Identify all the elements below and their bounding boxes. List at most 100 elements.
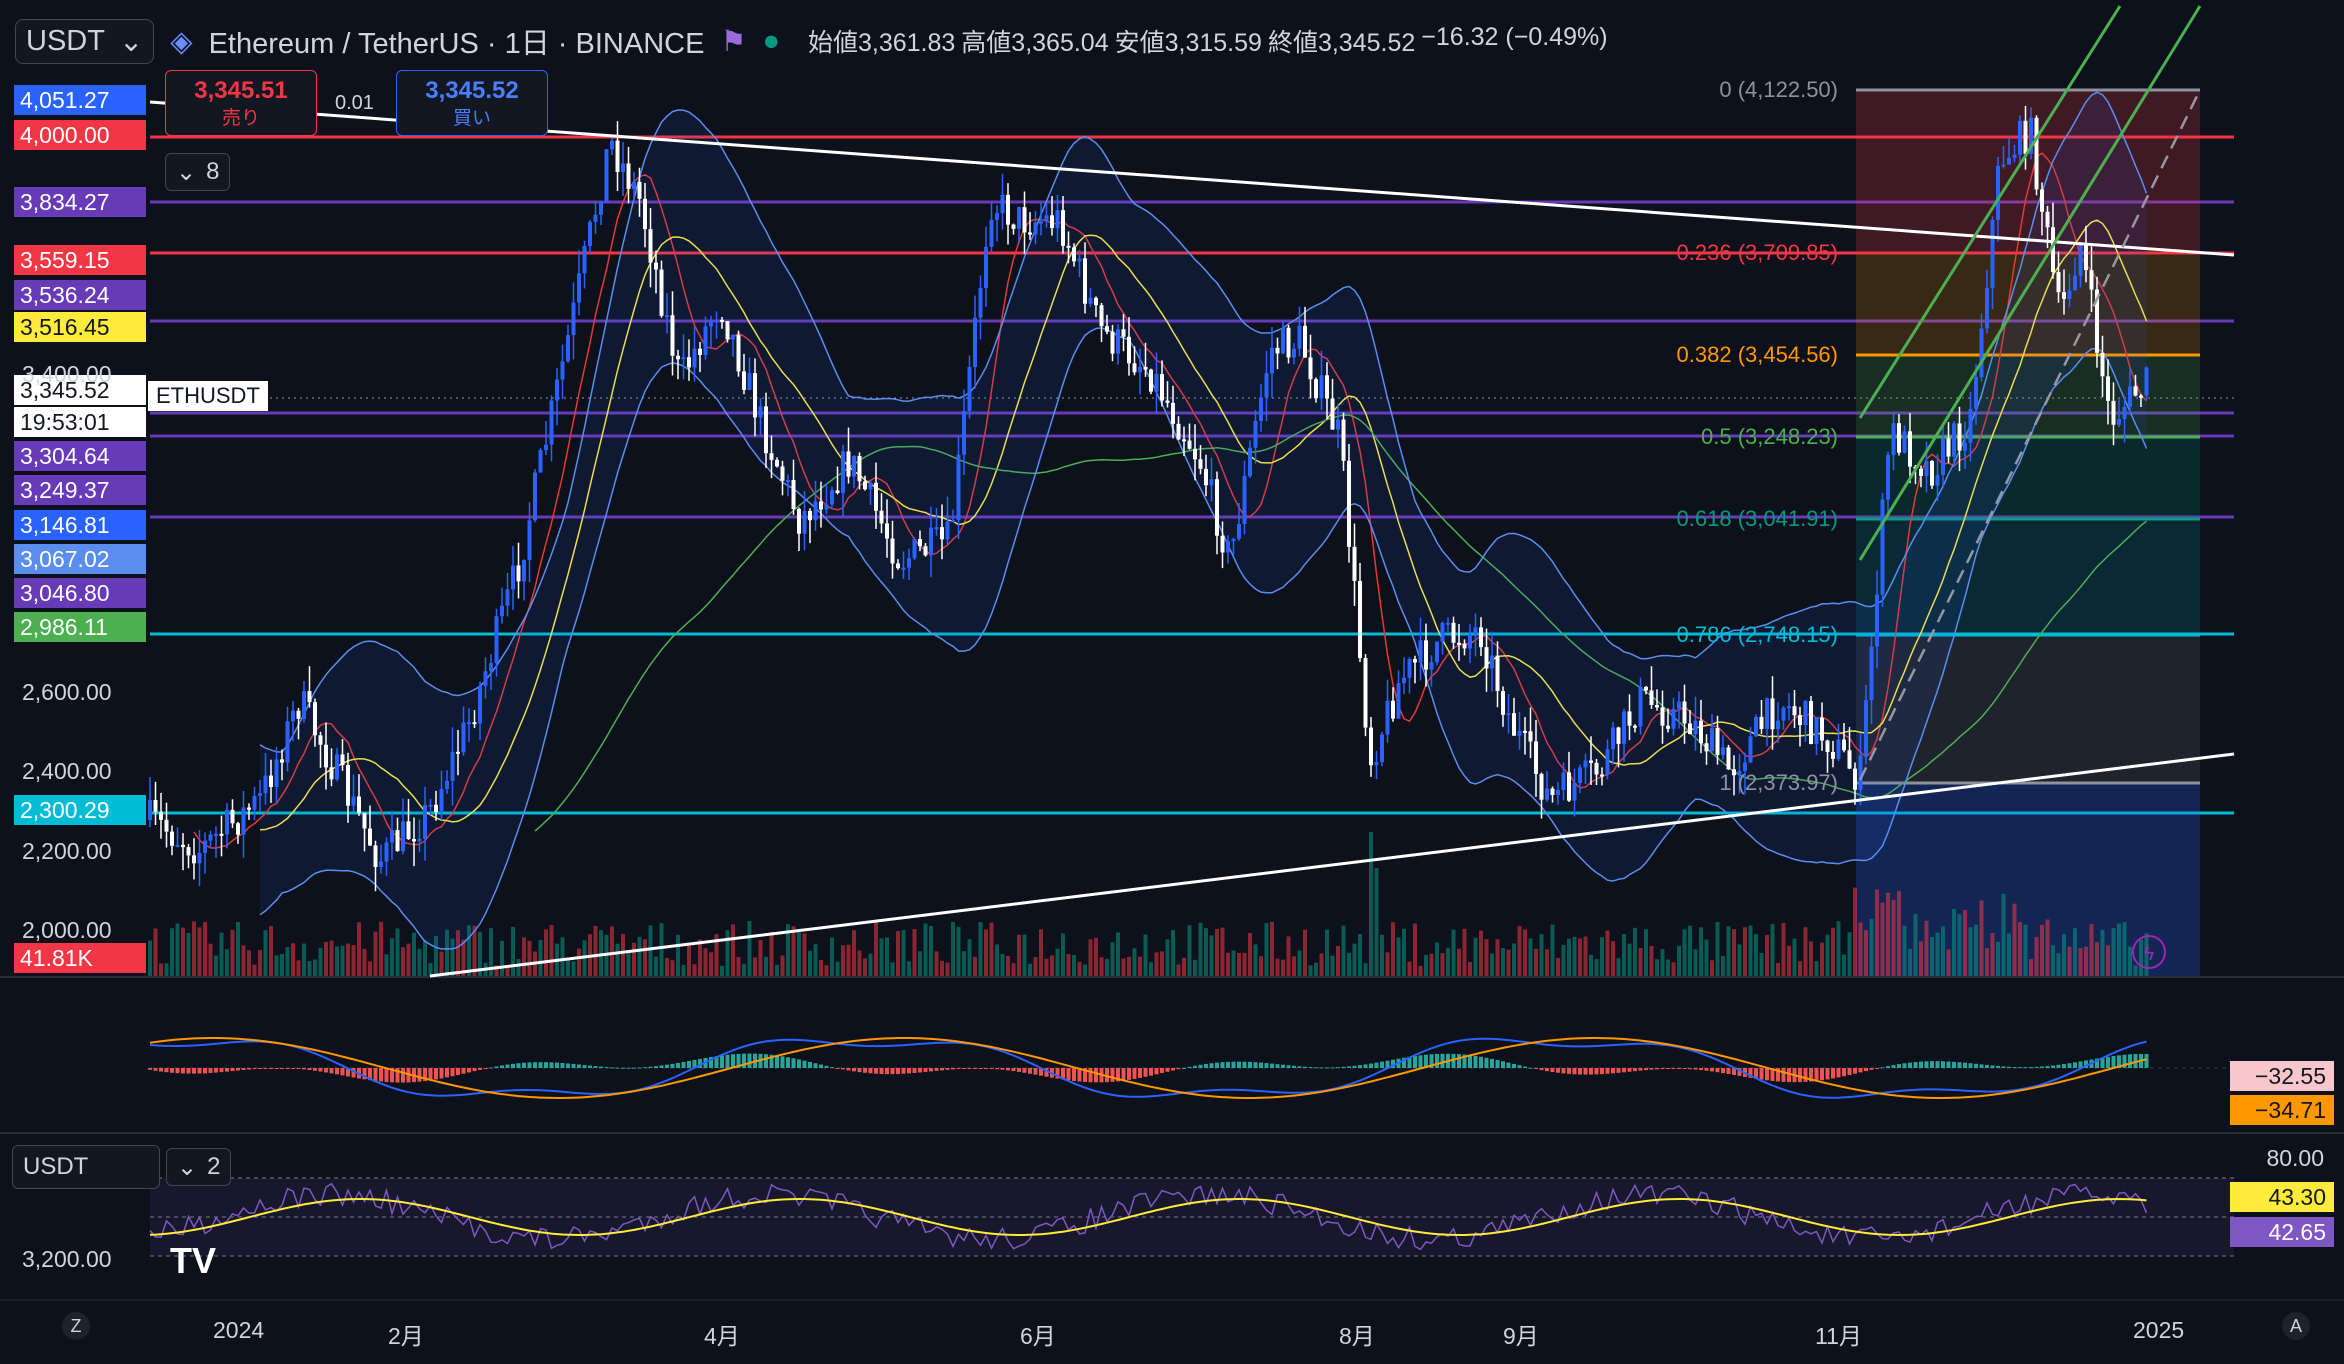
macd-histogram-bar — [1479, 1056, 1483, 1068]
price-label: 3,249.37 — [14, 475, 146, 505]
fib-zone — [1856, 437, 2200, 519]
zoom-reset-button[interactable]: Z — [62, 1312, 90, 1340]
volume-bar — [731, 924, 735, 976]
macd-histogram-bar — [456, 1068, 460, 1075]
rsi-indicators-toggle-button[interactable]: ⌄ 2 — [166, 1148, 232, 1186]
candle-body — [1974, 377, 1978, 409]
macd-histogram-bar — [2073, 1062, 2077, 1068]
candle-body — [1440, 622, 1445, 642]
ohlc-change: −16.32 (−0.49%) — [1421, 23, 1608, 51]
candle-body — [929, 527, 933, 556]
volume-bar — [1187, 925, 1192, 976]
candle-body — [1341, 419, 1346, 461]
volume-bar — [978, 922, 983, 976]
volume-bar — [1094, 937, 1098, 976]
candle-body — [918, 539, 922, 547]
buy-button[interactable]: 3,345.52 買い — [396, 70, 548, 136]
candle-body — [1792, 706, 1797, 716]
currency-select[interactable]: USDT ⌄ — [15, 18, 155, 64]
candle-body — [1682, 701, 1687, 724]
time-axis-label: 6月 — [1020, 1323, 1056, 1349]
volume-bar — [2089, 924, 2094, 976]
volume-bar — [984, 929, 988, 976]
macd-histogram-bar — [1006, 1068, 1010, 1071]
macd-histogram-bar — [615, 1067, 620, 1069]
volume-bar — [291, 943, 295, 976]
candle-body — [1000, 194, 1005, 214]
macd-histogram-bar — [1908, 1062, 1912, 1068]
volume-bar — [1259, 956, 1263, 976]
candle-body — [1308, 357, 1313, 380]
flag-icon[interactable]: ⚑ — [720, 24, 746, 59]
volume-bar — [918, 951, 922, 976]
volume-bar — [357, 922, 361, 976]
sell-button[interactable]: 3,345.51 売り — [165, 70, 317, 136]
rsi-ma-value: 43.30 — [2230, 1182, 2334, 1212]
volume-bar — [1600, 937, 1604, 976]
macd-histogram-bar — [1605, 1068, 1610, 1074]
volume-bar — [214, 955, 218, 976]
rsi-currency-select[interactable]: USDT — [12, 1145, 160, 1189]
macd-histogram-bar — [1413, 1056, 1417, 1068]
price-axis-label: 3,400.00 — [22, 361, 112, 387]
macd-histogram-bar — [1996, 1065, 2000, 1068]
candle-body — [1413, 658, 1417, 663]
chart-header: USDT ⌄ ◈ Ethereum / TetherUS · 1日 · BINA… — [15, 18, 1608, 64]
candle-body — [786, 480, 790, 483]
volume-bar — [208, 943, 213, 976]
macd-histogram-bar — [1578, 1068, 1582, 1075]
candle-body — [830, 490, 834, 505]
volume-bar — [2034, 937, 2039, 976]
volume-bar — [1149, 962, 1153, 976]
ohlc-high: 高値3,365.04 — [961, 29, 1109, 57]
candle-body — [1462, 643, 1467, 649]
volume-bar — [1000, 953, 1005, 976]
macd-histogram-bar — [1182, 1067, 1186, 1069]
volume-bar — [170, 928, 174, 976]
volume-bar — [808, 950, 812, 976]
indicators-toggle-button[interactable]: ⌄ 8 — [165, 153, 231, 191]
volume-bar — [2095, 942, 2099, 976]
macd-histogram-bar — [1710, 1068, 1714, 1072]
volume-bar — [1121, 958, 1126, 976]
candle-body — [1539, 773, 1544, 800]
volume-bar — [1028, 963, 1032, 976]
candle-body — [219, 833, 224, 836]
candle-body — [1528, 731, 1533, 742]
candle-body — [1369, 727, 1373, 766]
volume-bar — [566, 959, 570, 976]
volume-bar — [2111, 928, 2116, 976]
volume-bar — [797, 932, 801, 976]
macd-histogram-bar — [500, 1065, 504, 1068]
candle-body — [1534, 741, 1538, 774]
volume-bar — [252, 964, 257, 976]
candle-body — [588, 221, 592, 247]
volume-bar — [1325, 929, 1329, 976]
macd-histogram-bar — [1649, 1068, 1654, 1070]
macd-histogram-bar — [1886, 1066, 1890, 1068]
macd-histogram-bar — [1600, 1068, 1604, 1075]
macd-histogram-bar — [764, 1054, 768, 1068]
candle-body — [472, 722, 477, 725]
volume-bar — [1627, 943, 1632, 976]
candle-body — [1858, 755, 1863, 790]
macd-histogram-bar — [1506, 1062, 1511, 1068]
candle-body — [2084, 243, 2088, 271]
candle-body — [1583, 760, 1588, 768]
symbol-title[interactable]: Ethereum / TetherUS · 1日 · BINANCE — [209, 20, 705, 62]
candle-body — [593, 214, 598, 222]
candle-body — [1836, 739, 1841, 759]
volume-bar — [1160, 951, 1164, 976]
price-label: 3,559.15 — [14, 245, 146, 275]
macd-histogram-bar — [896, 1068, 900, 1074]
candle-body — [1187, 440, 1192, 449]
volume-bar — [1660, 949, 1665, 976]
auto-scale-button[interactable]: A — [2282, 1312, 2310, 1340]
alert-bolt-icon[interactable]: ϟ — [2132, 935, 2166, 969]
volume-bar — [197, 927, 202, 976]
candle-body — [1424, 640, 1428, 670]
candle-body — [467, 722, 471, 725]
volume-bar — [577, 948, 581, 976]
volume-bar — [1116, 932, 1120, 976]
time-axis-label: 2月 — [388, 1323, 424, 1349]
